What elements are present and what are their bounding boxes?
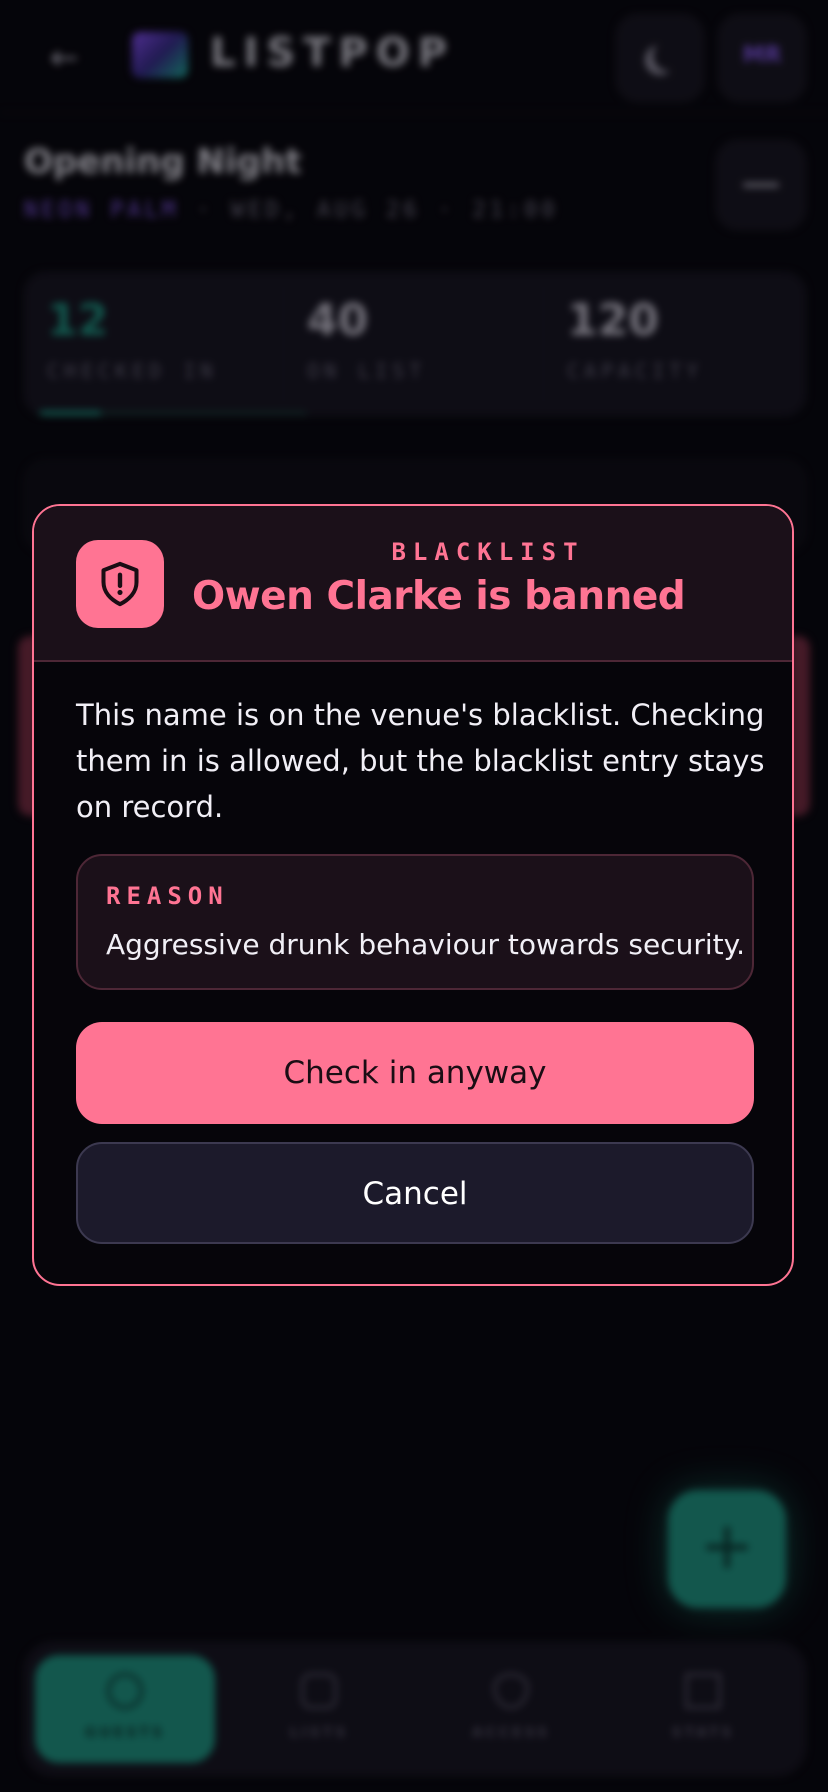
cancel-button[interactable]: Cancel — [76, 1142, 754, 1244]
dialog-title: Owen Clarke is banned — [192, 574, 686, 619]
dialog-message: This name is on the venue's blacklist. C… — [76, 698, 765, 824]
reason-label: REASON — [106, 882, 229, 910]
blacklist-dialog: BLACKLIST Owen Clarke is banned This nam… — [32, 504, 794, 1286]
dialog-kicker: BLACKLIST — [391, 538, 585, 566]
shield-alert-icon — [76, 540, 164, 628]
reason-text: Aggressive drunk behaviour towards secur… — [106, 928, 746, 961]
check-in-anyway-button[interactable]: Check in anyway — [76, 1022, 754, 1124]
dialog-header: BLACKLIST Owen Clarke is banned — [34, 506, 792, 662]
reason-box: REASON Aggressive drunk behaviour toward… — [76, 854, 754, 990]
